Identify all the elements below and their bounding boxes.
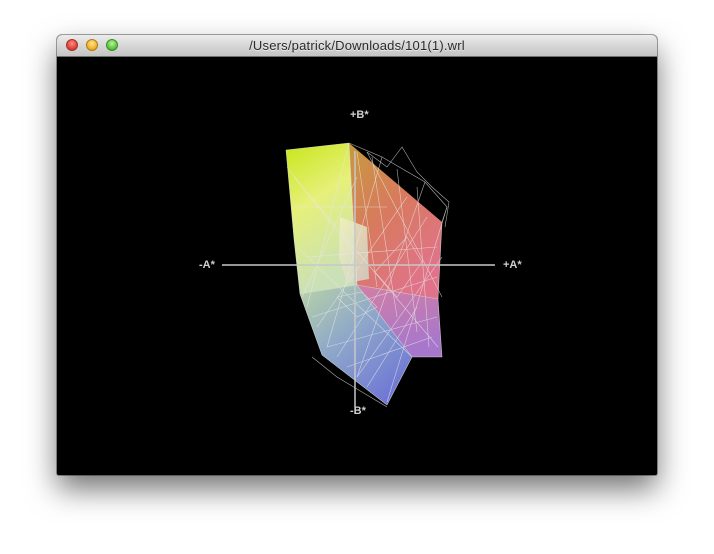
title-bar[interactable]: /Users/patrick/Downloads/101(1).wrl: [57, 35, 657, 57]
axis-label-pos-b: +B*: [350, 109, 369, 121]
axis-label-neg-a: -A*: [199, 259, 215, 271]
window-title: /Users/patrick/Downloads/101(1).wrl: [249, 38, 465, 53]
axis-label-neg-b: -B*: [350, 405, 366, 417]
axis-label-pos-a: +A*: [503, 259, 522, 271]
app-window: /Users/patrick/Downloads/101(1).wrl +B* …: [57, 35, 657, 475]
3d-viewport[interactable]: +B* -B* -A* +A*: [57, 57, 657, 475]
gamut-solid: [286, 143, 442, 405]
